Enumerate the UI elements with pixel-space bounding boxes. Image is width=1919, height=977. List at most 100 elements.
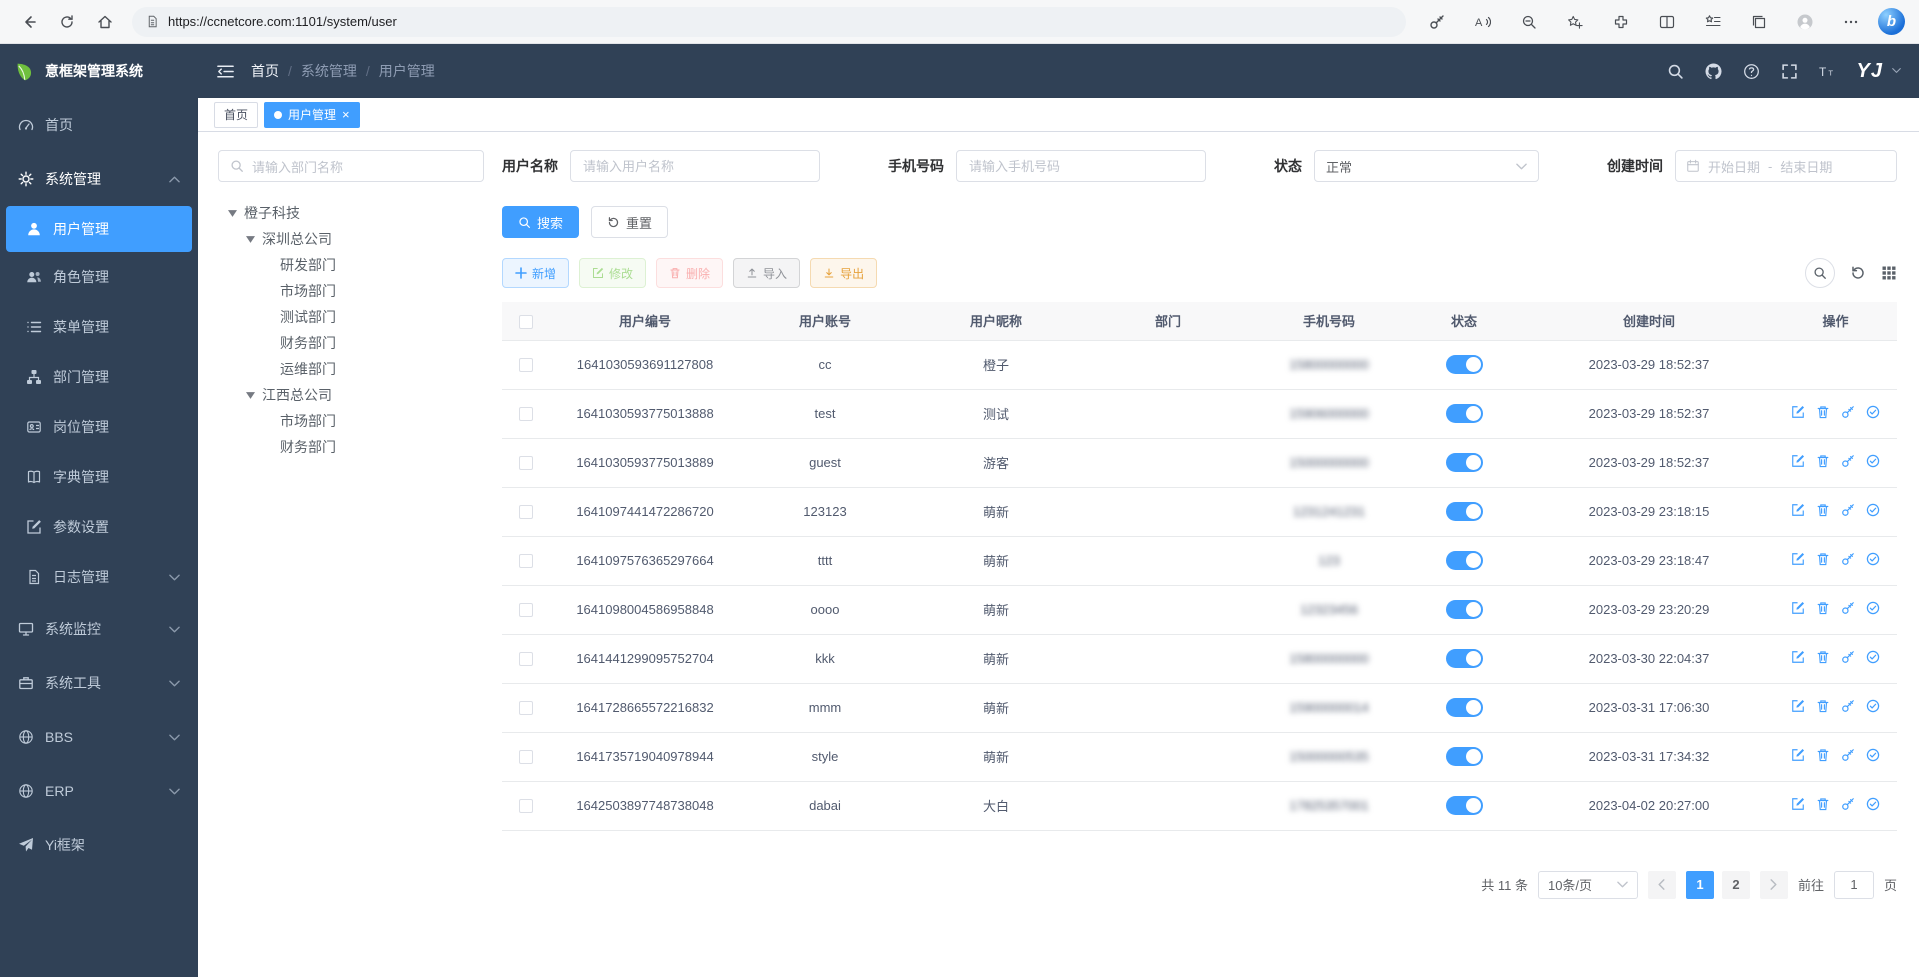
edit-icon[interactable] [1791,699,1805,713]
tree-node[interactable]: 江西总公司 [218,382,484,408]
reset-password-icon[interactable] [1841,601,1855,615]
toolbar-button[interactable]: 导入 [733,258,800,288]
tree-node[interactable]: 测试部门 [218,304,484,330]
edit-icon[interactable] [1791,503,1805,517]
status-toggle[interactable] [1446,404,1483,423]
dept-search-input[interactable]: 请输入部门名称 [218,150,484,182]
column-settings-icon[interactable] [1881,265,1897,281]
close-icon[interactable]: × [342,108,350,121]
sidebar-item[interactable]: 系统监控 [0,602,198,656]
breadcrumb-system[interactable]: 系统管理 [301,61,357,81]
toolbar-button[interactable]: 修改 [579,258,646,288]
back-icon[interactable] [10,7,48,37]
assign-role-icon[interactable] [1866,552,1880,566]
row-checkbox[interactable] [519,701,533,715]
avatar[interactable]: YJ [1857,60,1883,83]
sidebar-item[interactable]: 日志管理 [0,552,198,602]
tree-node[interactable]: 运维部门 [218,356,484,382]
toolbar-button[interactable]: 删除 [656,258,723,288]
extensions-icon[interactable] [1598,7,1644,37]
delete-icon[interactable] [1816,797,1830,811]
sidebar-item[interactable]: 系统工具 [0,656,198,710]
tree-node[interactable]: 财务部门 [218,434,484,460]
row-checkbox[interactable] [519,554,533,568]
copilot-icon[interactable]: b [1878,8,1905,35]
site-info-icon[interactable] [146,15,159,28]
assign-role-icon[interactable] [1866,454,1880,468]
tree-node[interactable]: 市场部门 [218,408,484,434]
date-range-picker[interactable]: 开始日期 - 结束日期 [1675,150,1897,182]
page-button[interactable]: 1 [1686,871,1714,899]
sidebar-item[interactable]: 参数设置 [0,502,198,552]
view-tab[interactable]: 用户管理 × [264,102,360,128]
row-checkbox[interactable] [519,358,533,372]
tree-node[interactable]: 财务部门 [218,330,484,356]
favorites-bar-icon[interactable] [1690,7,1736,37]
assign-role-icon[interactable] [1866,699,1880,713]
reset-password-icon[interactable] [1841,748,1855,762]
home-icon[interactable] [86,7,124,37]
status-toggle[interactable] [1446,600,1483,619]
status-toggle[interactable] [1446,747,1483,766]
status-toggle[interactable] [1446,502,1483,521]
edit-icon[interactable] [1791,650,1805,664]
assign-role-icon[interactable] [1866,601,1880,615]
delete-icon[interactable] [1816,601,1830,615]
delete-icon[interactable] [1816,503,1830,517]
sidebar-toggle-icon[interactable] [216,62,235,81]
status-toggle[interactable] [1446,453,1483,472]
goto-page-input[interactable] [1834,871,1874,899]
question-icon[interactable] [1743,63,1760,80]
assign-role-icon[interactable] [1866,503,1880,517]
assign-role-icon[interactable] [1866,797,1880,811]
assign-role-icon[interactable] [1866,748,1880,762]
edit-icon[interactable] [1791,405,1805,419]
status-toggle[interactable] [1446,796,1483,815]
sidebar-item[interactable]: 字典管理 [0,452,198,502]
tree-node[interactable]: 研发部门 [218,252,484,278]
caret-down-icon[interactable] [246,391,256,400]
status-select[interactable]: 正常 [1314,150,1539,182]
status-toggle[interactable] [1446,649,1483,668]
username-input[interactable] [570,150,820,182]
breadcrumb-home[interactable]: 首页 [251,61,279,81]
row-checkbox[interactable] [519,456,533,470]
reset-password-icon[interactable] [1841,699,1855,713]
status-toggle[interactable] [1446,355,1483,374]
split-screen-icon[interactable] [1644,7,1690,37]
sidebar-item[interactable]: 首页 [0,98,198,152]
sidebar-item[interactable]: 角色管理 [0,252,198,302]
reset-password-icon[interactable] [1841,552,1855,566]
github-icon[interactable] [1705,63,1722,80]
search-button[interactable]: 搜索 [502,206,579,238]
delete-icon[interactable] [1816,748,1830,762]
row-checkbox[interactable] [519,799,533,813]
select-all-checkbox[interactable] [519,315,533,329]
sidebar-item[interactable]: 岗位管理 [0,402,198,452]
fullscreen-icon[interactable] [1781,63,1798,80]
toolbar-button[interactable]: 导出 [810,258,877,288]
reset-password-icon[interactable] [1841,797,1855,811]
row-checkbox[interactable] [519,652,533,666]
reset-password-icon[interactable] [1841,650,1855,664]
assign-role-icon[interactable] [1866,650,1880,664]
reset-password-icon[interactable] [1841,405,1855,419]
delete-icon[interactable] [1816,405,1830,419]
prev-page-button[interactable] [1648,871,1676,899]
toolbar-button[interactable]: 新增 [502,258,569,288]
row-checkbox[interactable] [519,505,533,519]
collections-icon[interactable] [1736,7,1782,37]
key-icon[interactable] [1414,7,1460,37]
edit-icon[interactable] [1791,797,1805,811]
refresh-table-icon[interactable] [1850,265,1866,281]
delete-icon[interactable] [1816,650,1830,664]
next-page-button[interactable] [1760,871,1788,899]
address-bar[interactable]: https://ccnetcore.com:1101/system/user [132,7,1406,37]
font-size-icon[interactable]: TT [1819,63,1836,80]
tree-node[interactable]: 市场部门 [218,278,484,304]
sidebar-item[interactable]: 菜单管理 [0,302,198,352]
view-tab[interactable]: 首页 × [214,102,258,128]
caret-down-icon[interactable] [246,235,256,244]
profile-icon[interactable] [1782,7,1828,37]
read-aloud-icon[interactable]: A [1460,7,1506,37]
